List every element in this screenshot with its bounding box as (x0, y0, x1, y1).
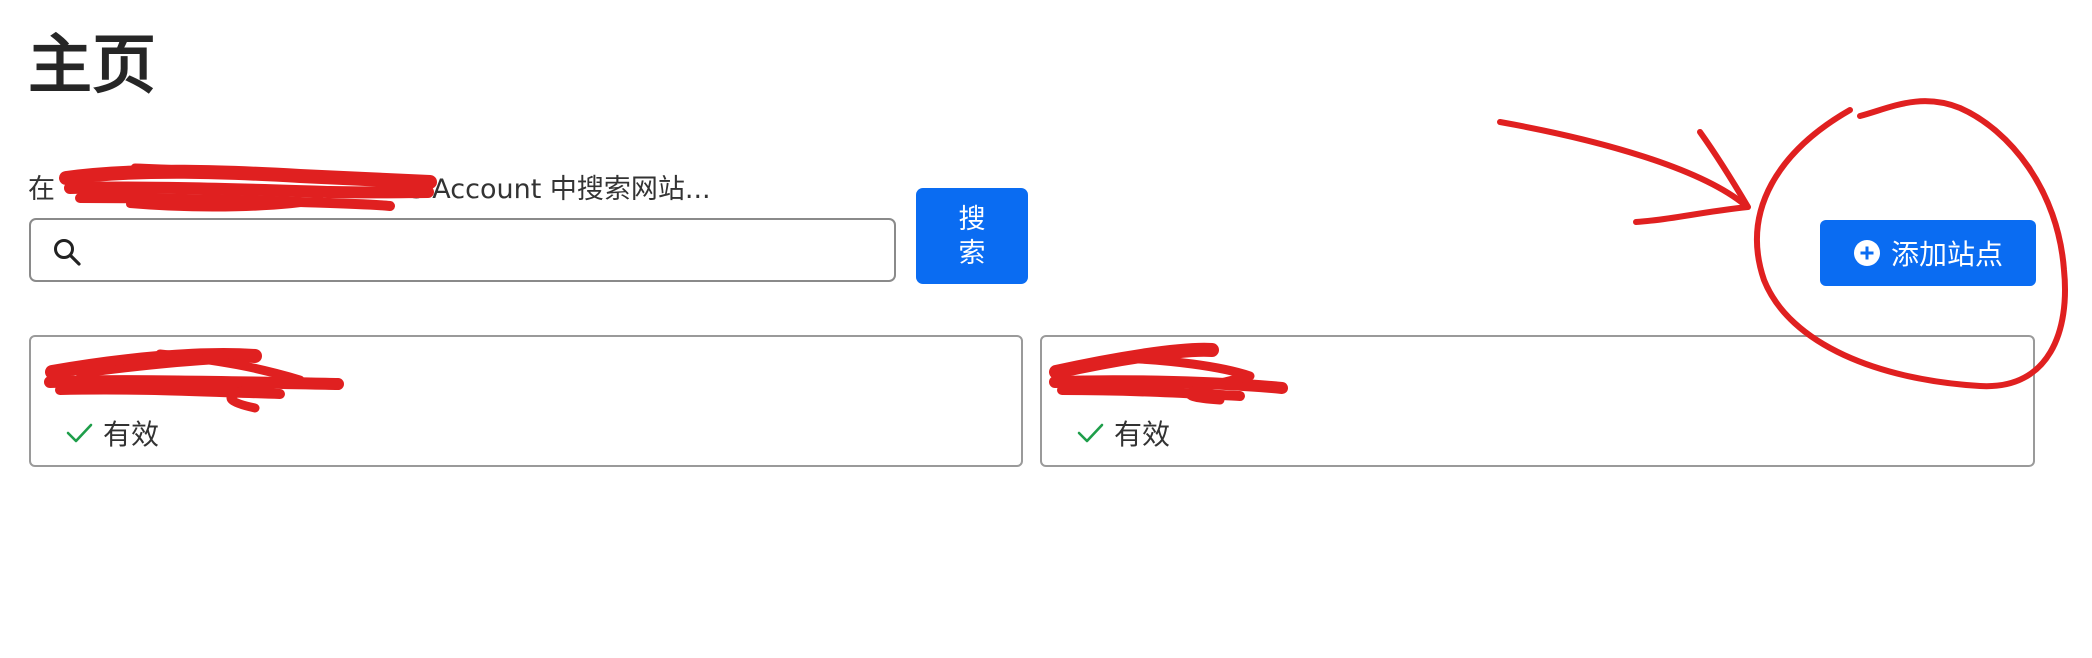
search-label-prefix: 在 (28, 174, 55, 205)
site-status: 有效 (65, 413, 159, 453)
plus-circle-icon (1853, 240, 1880, 266)
redacted-account-name (64, 176, 394, 206)
search-input[interactable] (101, 226, 885, 276)
add-site-label: 添加站点 (1890, 239, 2003, 270)
site-card[interactable]: 有效 (1040, 335, 2035, 467)
annotation-arrow (1497, 119, 1751, 225)
site-status: 有效 (1076, 413, 1170, 453)
page: 主页 在 's Account 中搜索网站... 搜索 添加站点 有效 有效 (0, 0, 2092, 658)
search-button[interactable]: 搜索 (916, 188, 1028, 284)
add-site-button[interactable]: 添加站点 (1820, 220, 2036, 286)
status-label: 有效 (1114, 418, 1171, 451)
search-icon (54, 239, 81, 266)
search-field[interactable] (29, 218, 896, 282)
site-card[interactable]: 有效 (29, 335, 1023, 467)
search-label: 在 's Account 中搜索网站... (28, 170, 711, 210)
annotation-overlay (44, 98, 2068, 413)
search-label-suffix: 's Account 中搜索网站... (402, 174, 711, 205)
check-icon (1077, 423, 1104, 443)
status-label: 有效 (103, 418, 160, 451)
page-title: 主页 (28, 29, 156, 103)
check-icon (66, 423, 93, 443)
